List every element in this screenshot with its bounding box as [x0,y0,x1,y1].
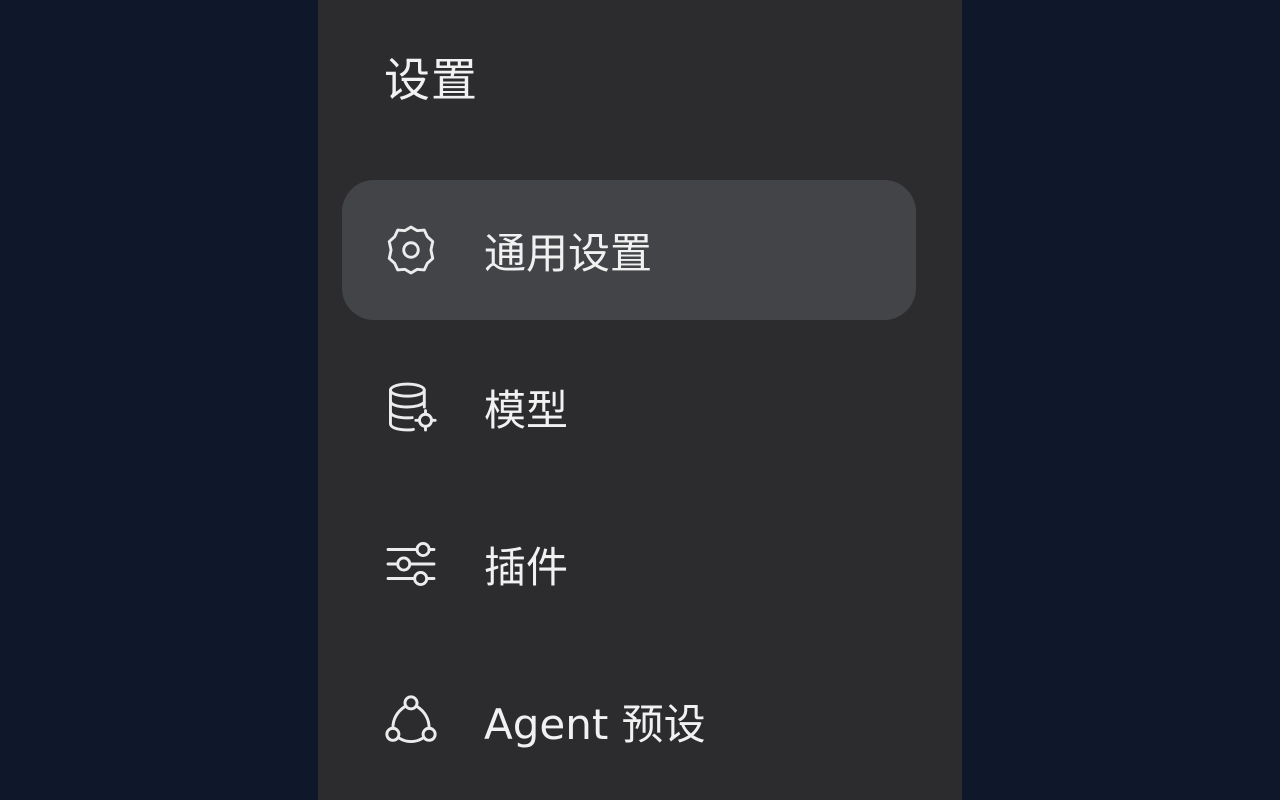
app-window: 设置 通用设置 模型 插件 Agent 预设 [0,0,1280,800]
gear-icon [382,221,440,279]
menu-item-label: Agent 预设 [484,699,706,749]
page-title: 设置 [384,53,478,107]
menu-item-label: 插件 [484,542,569,592]
settings-menu: 通用设置 模型 插件 Agent 预设 [342,180,916,800]
menu-item-label: 通用设置 [484,228,653,278]
menu-item-label: 模型 [484,385,569,435]
database-settings-icon [382,378,440,436]
menu-item-agent-presets[interactable]: Agent 预设 [342,651,916,791]
agent-share-icon [382,692,440,750]
sliders-icon [382,535,440,593]
menu-item-general-settings[interactable]: 通用设置 [342,180,916,320]
menu-item-models[interactable]: 模型 [342,337,916,477]
menu-item-plugins[interactable]: 插件 [342,494,916,634]
settings-panel: 设置 通用设置 模型 插件 Agent 预设 [318,0,962,800]
